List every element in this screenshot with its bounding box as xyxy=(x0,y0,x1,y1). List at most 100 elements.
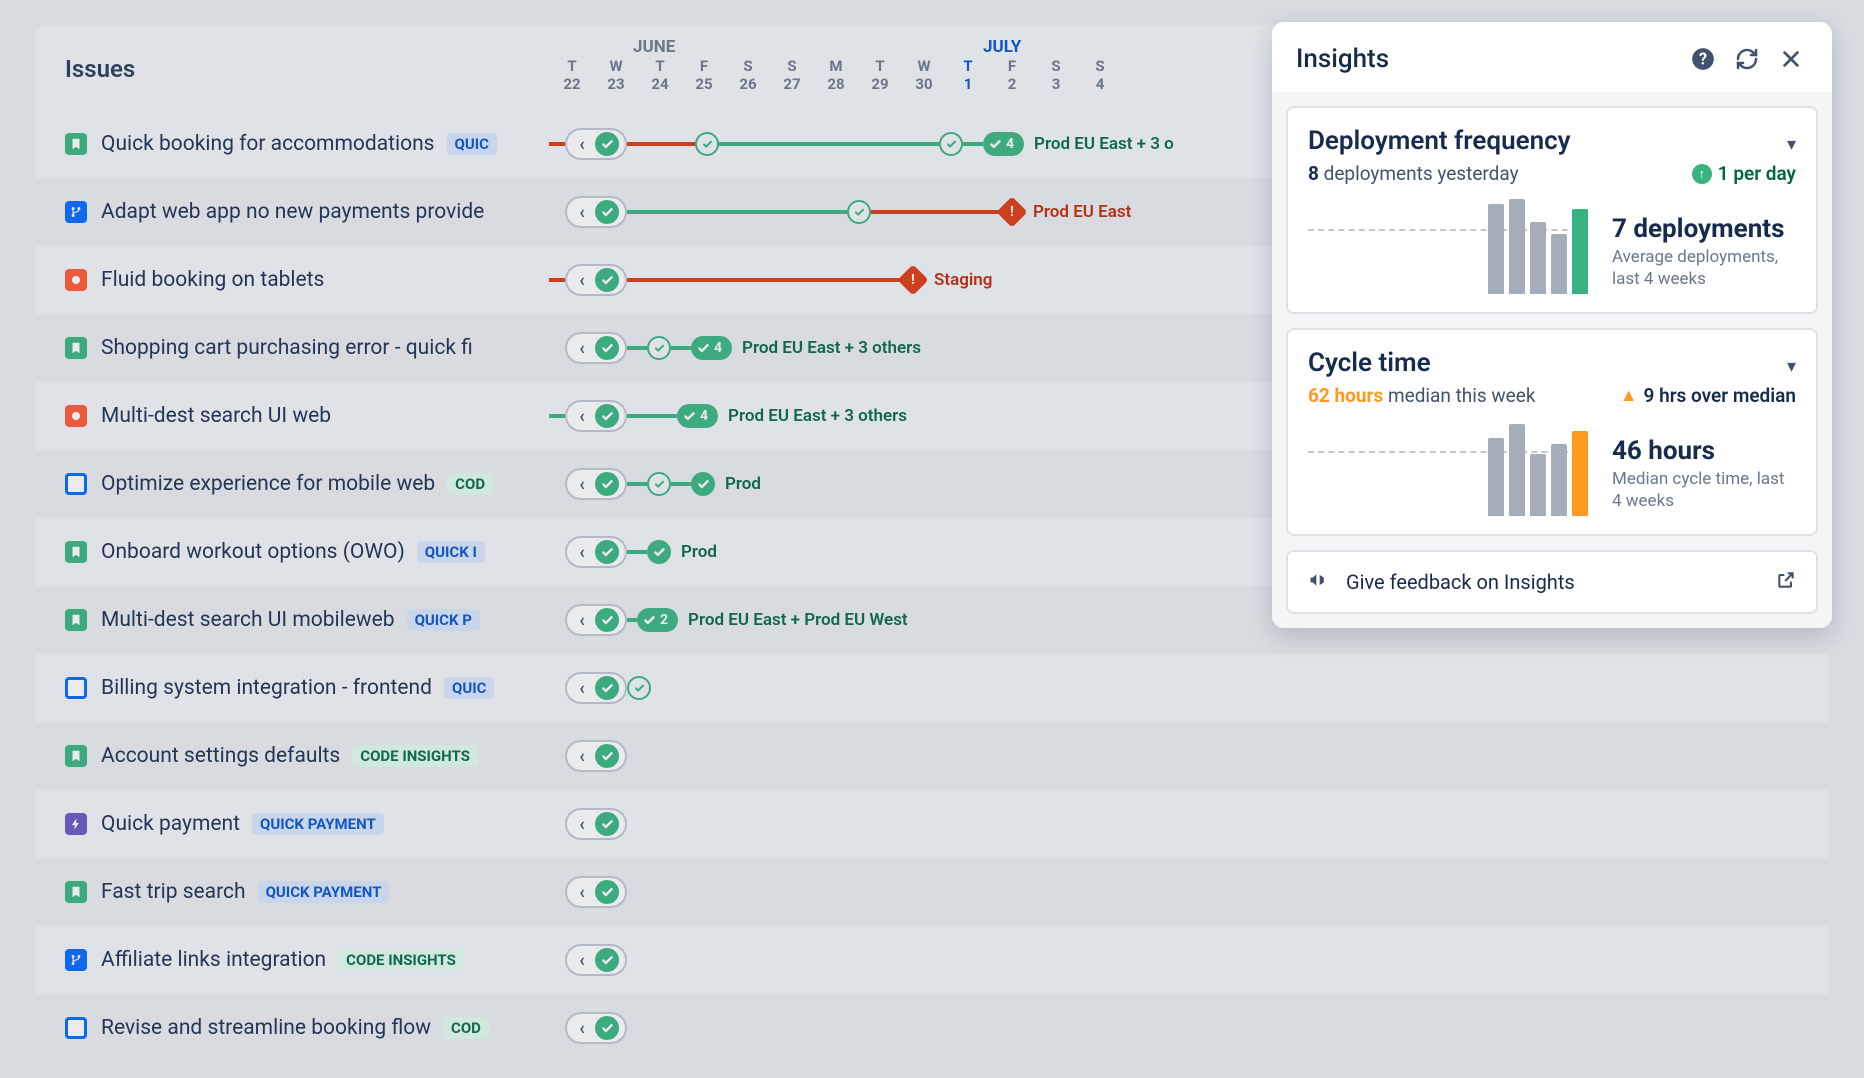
bookmark-icon xyxy=(65,745,87,767)
issue-tag[interactable]: QUICK PAYMENT xyxy=(258,881,390,903)
cycle-subtitle: 62 hours median this week xyxy=(1308,384,1535,407)
check-icon xyxy=(595,744,619,768)
issue-tag[interactable]: COD xyxy=(443,1017,489,1039)
status-pill[interactable]: ‹ xyxy=(565,808,627,840)
chevron-down-icon[interactable]: ▾ xyxy=(1787,348,1796,377)
issue-row[interactable]: Fast trip search QUICK PAYMENT ‹ xyxy=(35,858,1829,926)
check-marker-fill xyxy=(647,540,671,564)
chart-bar xyxy=(1572,209,1588,294)
status-pill[interactable]: ‹ xyxy=(565,264,627,296)
status-pill[interactable]: ‹ xyxy=(565,468,627,500)
issue-tag[interactable]: QUICK I xyxy=(417,541,485,563)
issue-tag[interactable]: QUIC xyxy=(447,133,497,155)
branch-icon xyxy=(65,949,87,971)
issue-tag[interactable]: QUIC xyxy=(444,677,494,699)
feedback-card[interactable]: Give feedback on Insights xyxy=(1286,550,1818,614)
chevron-left-icon[interactable]: ‹ xyxy=(571,338,593,359)
close-icon[interactable] xyxy=(1774,42,1808,76)
timeline xyxy=(627,676,651,700)
month-label-july: JULY xyxy=(983,37,1021,57)
chevron-left-icon[interactable]: ‹ xyxy=(571,950,593,971)
status-pill[interactable]: ‹ xyxy=(565,332,627,364)
issue-title: Account settings defaults xyxy=(101,744,340,768)
deploy-subtitle: 8 deployments yesterday xyxy=(1308,162,1519,185)
external-link-icon xyxy=(1776,570,1796,594)
timeline: 2Prod EU East + Prod EU West xyxy=(627,608,908,632)
day-column: F2 xyxy=(990,57,1034,93)
status-pill[interactable]: ‹ xyxy=(565,876,627,908)
day-column: W23 xyxy=(594,57,638,93)
issue-row[interactable]: Billing system integration - frontend QUI… xyxy=(35,654,1829,722)
chevron-left-icon[interactable]: ‹ xyxy=(571,814,593,835)
chevron-left-icon[interactable]: ‹ xyxy=(571,134,593,155)
chevron-left-icon[interactable]: ‹ xyxy=(571,678,593,699)
env-label: Prod EU East + 3 others xyxy=(728,406,907,426)
chart-bar xyxy=(1530,454,1546,516)
issue-title: Fast trip search xyxy=(101,880,246,904)
status-pill[interactable]: ‹ xyxy=(565,536,627,568)
bookmark-icon xyxy=(65,337,87,359)
check-icon xyxy=(595,404,619,428)
bookmark-icon xyxy=(65,133,87,155)
day-column: W30 xyxy=(902,57,946,93)
issue-title: Quick payment xyxy=(101,812,240,836)
day-column: S26 xyxy=(726,57,770,93)
status-pill[interactable]: ‹ xyxy=(565,944,627,976)
warning-icon: ▲ xyxy=(1620,385,1638,406)
issue-tag[interactable]: CODE INSIGHTS xyxy=(352,745,478,767)
chevron-left-icon[interactable]: ‹ xyxy=(571,474,593,495)
status-pill[interactable]: ‹ xyxy=(565,672,627,704)
issue-tag[interactable]: QUICK P xyxy=(407,609,480,631)
check-icon xyxy=(595,336,619,360)
chevron-left-icon[interactable]: ‹ xyxy=(571,406,593,427)
issue-tag[interactable]: COD xyxy=(447,473,493,495)
issue-title: Onboard workout options (OWO) xyxy=(101,540,405,564)
chart-bar xyxy=(1488,438,1504,516)
day-column: T22 xyxy=(550,57,594,93)
cycle-title: Cycle time xyxy=(1308,348,1787,378)
status-pill[interactable]: ‹ xyxy=(565,196,627,228)
error-marker: ! xyxy=(897,264,928,295)
issue-row[interactable]: Affiliate links integration CODE INSIGHTS… xyxy=(35,926,1829,994)
check-marker xyxy=(647,336,671,360)
issue-tag[interactable]: CODE INSIGHTS xyxy=(338,949,464,971)
chevron-left-icon[interactable]: ‹ xyxy=(571,542,593,563)
timeline: 4Prod EU East + 3 o xyxy=(627,132,1174,156)
status-pill[interactable]: ‹ xyxy=(565,604,627,636)
status-pill[interactable]: ‹ xyxy=(565,740,627,772)
check-icon xyxy=(595,608,619,632)
deploy-title: Deployment frequency xyxy=(1308,126,1787,156)
status-pill[interactable]: ‹ xyxy=(565,128,627,160)
issue-row[interactable]: Quick payment QUICK PAYMENT ‹ xyxy=(35,790,1829,858)
timeline: 4Prod EU East + 3 others xyxy=(627,404,907,428)
chevron-left-icon[interactable]: ‹ xyxy=(571,610,593,631)
refresh-icon[interactable] xyxy=(1730,42,1764,76)
issue-row[interactable]: Account settings defaults CODE INSIGHTS ‹ xyxy=(35,722,1829,790)
deploy-sub-text: Average deployments, last 4 weeks xyxy=(1612,246,1796,290)
check-badge: 4 xyxy=(691,336,732,360)
chart-bar xyxy=(1488,204,1504,294)
calendar-days: T22W23T24F25S26S27M28T29W30T1F2S3S4 xyxy=(550,57,1122,93)
check-marker xyxy=(695,132,719,156)
issue-title: Quick booking for accommodations xyxy=(101,132,435,156)
chevron-left-icon[interactable]: ‹ xyxy=(571,882,593,903)
chevron-left-icon[interactable]: ‹ xyxy=(571,202,593,223)
status-pill[interactable]: ‹ xyxy=(565,1012,627,1044)
day-column: T29 xyxy=(858,57,902,93)
chevron-down-icon[interactable]: ▾ xyxy=(1787,126,1796,155)
help-icon[interactable]: ? xyxy=(1686,42,1720,76)
chevron-left-icon[interactable]: ‹ xyxy=(571,270,593,291)
cycle-big-value: 46 hours xyxy=(1612,436,1796,466)
chevron-left-icon[interactable]: ‹ xyxy=(571,746,593,767)
check-icon xyxy=(595,880,619,904)
chevron-left-icon[interactable]: ‹ xyxy=(571,1018,593,1039)
issue-row[interactable]: Revise and streamline booking flowCOD‹ xyxy=(35,994,1829,1055)
status-pill[interactable]: ‹ xyxy=(565,400,627,432)
issue-tag[interactable]: QUICK PAYMENT xyxy=(252,813,384,835)
check-icon xyxy=(595,1016,619,1040)
day-column: T1 xyxy=(946,57,990,93)
issue-title: Adapt web app no new payments provide xyxy=(101,200,484,224)
issue-title: Affiliate links integration xyxy=(101,948,326,972)
issue-title: Billing system integration - frontend xyxy=(101,676,432,700)
chart-bar xyxy=(1530,222,1546,294)
